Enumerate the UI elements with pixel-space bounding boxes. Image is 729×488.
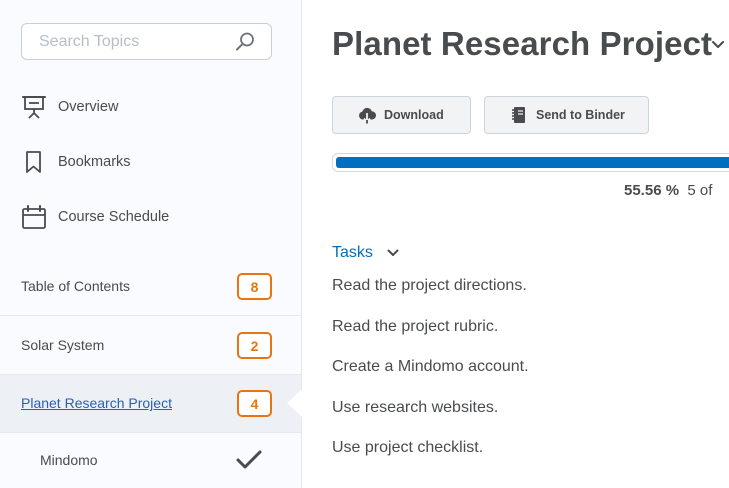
sub-item-label: Mindomo <box>40 452 98 468</box>
toc-label: Solar System <box>21 337 105 353</box>
toc-label: Table of Contents <box>21 278 130 294</box>
task-item[interactable]: Read the project rubric. <box>332 318 498 336</box>
selected-indicator-arrow <box>287 389 302 417</box>
chevron-down-icon[interactable] <box>711 40 725 50</box>
tasks-section-toggle[interactable]: Tasks <box>332 244 399 262</box>
sidebar: Overview Bookmarks Course Schedule Table… <box>0 0 302 488</box>
cloud-download-icon <box>359 107 376 124</box>
progress-bar-fill <box>336 157 729 168</box>
unread-count-badge: 8 <box>237 273 272 300</box>
binder-icon <box>512 107 525 123</box>
calendar-icon <box>22 205 46 229</box>
toc-planet-research-project[interactable]: Planet Research Project 4 <box>0 375 301 433</box>
progress-count: 5 of <box>687 182 713 199</box>
main-content: Planet Research Project Download Send to… <box>303 0 729 488</box>
toc-label[interactable]: Planet Research Project <box>21 395 172 411</box>
progress-label: 55.56 % 5 of <box>624 182 712 199</box>
task-item[interactable]: Use research websites. <box>332 399 498 417</box>
tasks-title: Tasks <box>332 244 373 261</box>
unread-count-badge: 2 <box>237 332 272 359</box>
send-to-binder-label: Send to Binder <box>536 108 625 122</box>
task-item[interactable]: Read the project directions. <box>332 277 527 295</box>
download-label: Download <box>384 108 444 122</box>
progress-bar <box>332 153 729 172</box>
nav-course-schedule[interactable]: Course Schedule <box>21 200 169 234</box>
toc-solar-system[interactable]: Solar System 2 <box>0 317 301 375</box>
presentation-icon <box>22 96 46 119</box>
search-icon[interactable] <box>234 31 256 53</box>
progress-percent: 55.56 % <box>624 182 680 199</box>
nav-bookmarks-label: Bookmarks <box>58 154 131 170</box>
checkmark-icon <box>236 450 262 469</box>
task-item[interactable]: Use project checklist. <box>332 439 483 457</box>
search-input[interactable] <box>22 24 232 59</box>
chevron-down-icon <box>387 249 399 256</box>
nav-overview-label: Overview <box>58 99 119 115</box>
bookmark-icon <box>26 151 41 173</box>
send-to-binder-button[interactable]: Send to Binder <box>484 96 649 134</box>
unread-count-badge: 4 <box>237 390 272 417</box>
download-button[interactable]: Download <box>332 96 471 134</box>
task-item[interactable]: Create a Mindomo account. <box>332 358 529 376</box>
nav-course-schedule-label: Course Schedule <box>58 209 170 225</box>
nav-bookmarks[interactable]: Bookmarks <box>21 145 131 179</box>
search-box <box>21 23 272 60</box>
toc-table-of-contents[interactable]: Table of Contents 8 <box>0 258 301 316</box>
page-title: Planet Research Project <box>332 25 713 62</box>
nav-overview[interactable]: Overview <box>21 90 118 124</box>
toc-sub-item-mindomo[interactable]: Mindomo <box>0 432 301 488</box>
